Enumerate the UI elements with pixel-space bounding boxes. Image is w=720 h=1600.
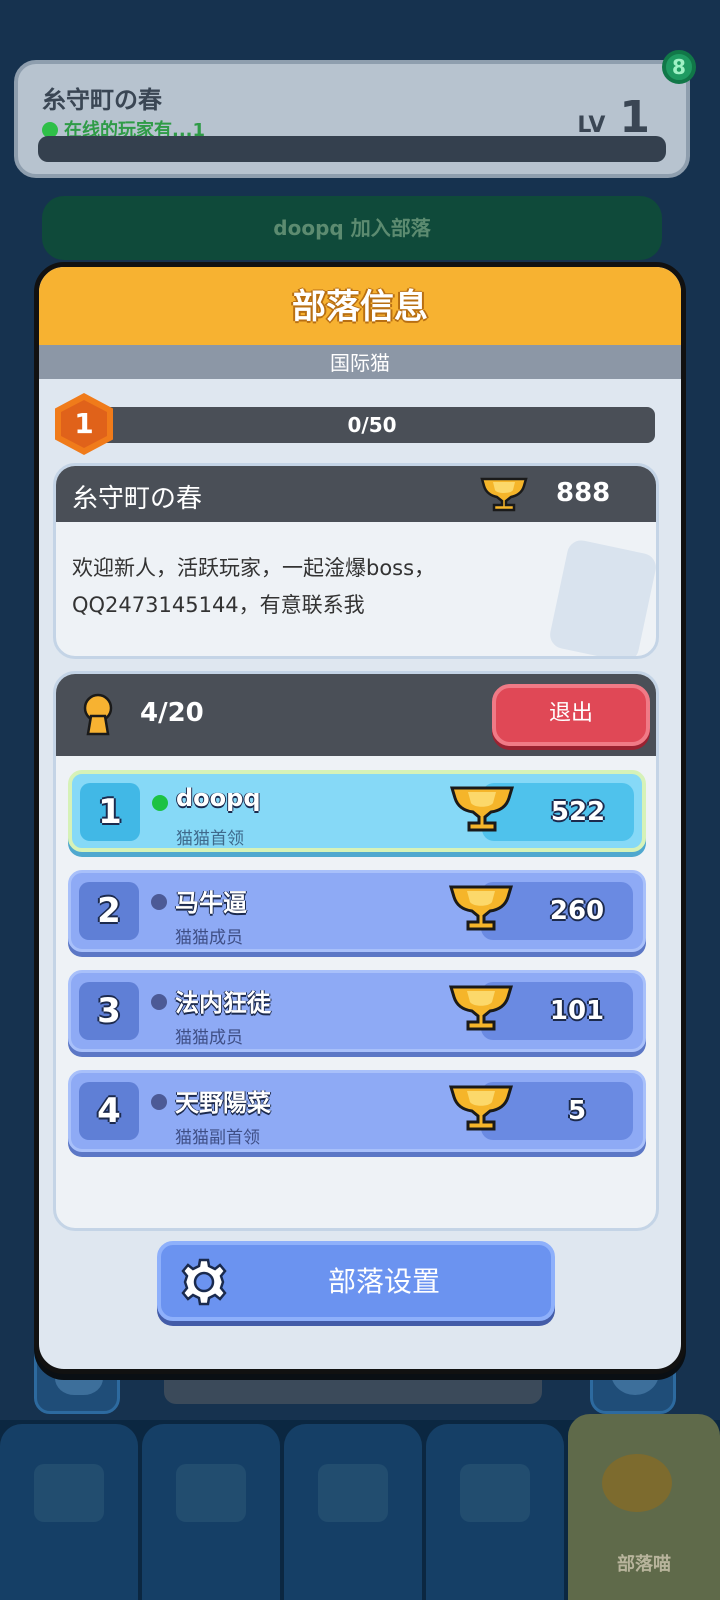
member-role: 猫猫成员 [175, 1028, 243, 1048]
trophy-icon [447, 883, 515, 937]
member-count-icon [78, 692, 118, 742]
nav-tab-battle[interactable] [284, 1424, 422, 1600]
tribe-summary-card: 糸守町の春 在线的玩家有...1 LV 1 [14, 60, 690, 178]
tribe-info-card: 糸守町の春 888 欢迎新人，活跃玩家，一起淦爆boss，QQ247314514… [53, 463, 659, 659]
notification-badge: 8 [662, 50, 696, 84]
member-score: 101 [549, 996, 605, 1026]
offline-status-icon [151, 1094, 167, 1110]
ranking-icon [460, 1464, 530, 1522]
tribe-name: 糸守町の春 [42, 86, 162, 114]
member-row[interactable]: 1 doopq 猫猫首领 522 [68, 770, 646, 852]
level-number: 1 [61, 400, 107, 448]
member-name: doopq [176, 784, 261, 812]
member-rank: 3 [79, 982, 139, 1040]
tribe-trophy-count: 888 [556, 478, 611, 508]
level-progress-bar: 0/50 [89, 407, 655, 443]
nav-tab-ranking[interactable] [426, 1424, 564, 1600]
trophy-icon [478, 476, 530, 516]
clipboard-icon [547, 537, 656, 656]
trophy-icon [448, 784, 516, 838]
nav-tab-cat-tower[interactable] [142, 1424, 280, 1600]
tribe-description: 欢迎新人，活跃玩家，一起淦爆boss，QQ2473145144，有意联系我 [72, 556, 436, 617]
level-label: LV [577, 113, 606, 138]
members-card: 4/20 退出 1 doopq 猫猫首领 522 2 马牛逼 猫猫成员 260 … [53, 671, 659, 1231]
cat-tower-icon [176, 1464, 246, 1522]
tribe-name-label: 糸守町の春 [72, 484, 203, 514]
tribe-info-dialog: 部落信息 国际猫 1 0/50 糸守町の春 888 欢迎新人，活跃玩家，一起淦爆… [34, 262, 686, 1374]
member-name: 马牛逼 [175, 889, 247, 917]
member-score: 522 [550, 797, 606, 827]
member-rank: 2 [79, 882, 139, 940]
member-row[interactable]: 2 马牛逼 猫猫成员 260 [68, 870, 646, 952]
member-row[interactable]: 4 天野陽菜 猫猫副首领 5 [68, 1070, 646, 1152]
tribe-settings-button[interactable]: 部落设置 [157, 1241, 555, 1321]
member-name: 天野陽菜 [175, 1089, 271, 1117]
tribe-exp-bar [38, 136, 666, 162]
nav-tab-tribe[interactable]: 部落喵 [568, 1414, 720, 1600]
tribe-level-row: 1 0/50 [39, 379, 681, 465]
member-role: 猫猫成员 [175, 928, 243, 948]
level-hex-icon: 1 [55, 393, 113, 455]
map-icon [34, 1464, 104, 1522]
offline-status-icon [151, 894, 167, 910]
trophy-icon [447, 983, 515, 1037]
tribe-info-header: 糸守町の春 888 [56, 466, 656, 522]
members-header: 4/20 退出 [56, 674, 656, 756]
member-role: 猫猫首领 [176, 829, 244, 849]
member-name: 法内狂徒 [175, 989, 271, 1017]
tribe-icon [602, 1454, 672, 1512]
join-notice: doopq 加入部落 [42, 196, 662, 260]
dialog-title: 部落信息 [39, 267, 681, 345]
member-score: 5 [567, 1096, 587, 1126]
trophy-icon [447, 1083, 515, 1137]
member-role: 猫猫副首领 [175, 1128, 260, 1148]
online-status-icon [152, 795, 168, 811]
battle-icon [318, 1464, 388, 1522]
nav-tab-tribe-label: 部落喵 [617, 1554, 671, 1575]
offline-status-icon [151, 994, 167, 1010]
member-rank: 4 [79, 1082, 139, 1140]
member-count: 4/20 [140, 698, 204, 728]
dialog-subtitle: 国际猫 [39, 345, 681, 379]
member-row[interactable]: 3 法内狂徒 猫猫成员 101 [68, 970, 646, 1052]
member-score: 260 [549, 896, 605, 926]
member-rank: 1 [80, 783, 140, 841]
nav-tab-map[interactable] [0, 1424, 138, 1600]
tribe-settings-label: 部落设置 [327, 1265, 440, 1298]
exit-tribe-button[interactable]: 退出 [492, 684, 650, 746]
